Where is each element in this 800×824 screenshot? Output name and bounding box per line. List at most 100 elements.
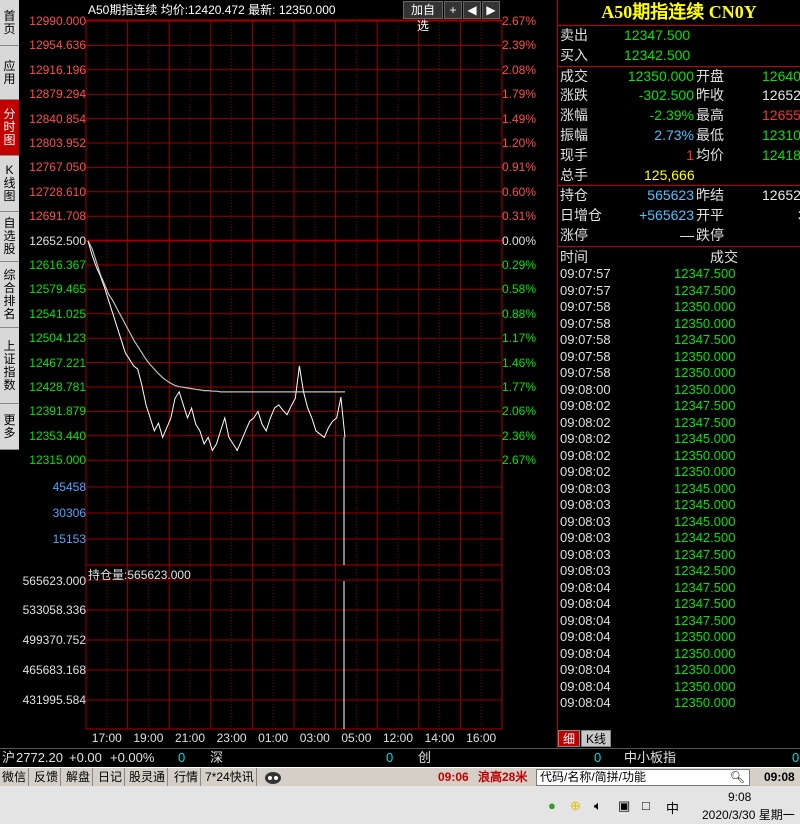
oi-header-value: 565623.000 [127,568,191,582]
quote-title: A50期指连续 CN0Y [558,0,800,26]
sh-value[interactable]: 2772.20 [16,749,63,767]
network-icon[interactable]: ▣ [618,798,630,814]
last-value: 12350.000 [278,3,336,17]
ticks-time-header: 时间 [560,249,588,265]
tick-time: 09:07:57 [560,266,611,281]
chgpct-value: -2.39% [649,107,694,123]
tick-row: 09:08:02 12347.500 [560,415,800,432]
add-watchlist-button[interactable]: 加自选 [403,1,443,33]
tick-row: 09:08:03 12345.000 [560,497,800,514]
toolbar-feedback[interactable]: 反馈 [32,768,62,786]
sh-pct: +0.00% [110,750,155,765]
sh-label: 沪 [2,750,16,765]
toolbar-diary[interactable]: 日记 [96,768,126,786]
dayinc-value: +565623 [639,207,694,223]
time-tick-label: 05:00 [341,731,372,745]
cy-value[interactable]: 0 [594,749,601,767]
low-value: 12310 [762,127,800,143]
time-tick-label: 01:00 [258,731,289,745]
toolbar-wechat[interactable]: 微信 [0,768,30,786]
quote-row-limit: 涨停 — 跌停 [560,226,800,245]
prevclose-value: 12652 [762,87,800,103]
tick-row: 09:08:04 12347.500 [560,596,800,613]
tick-row: 09:07:58 12350.000 [560,365,800,382]
price-tick-label: 12504.123 [29,331,86,346]
chg-value: -302.500 [638,87,694,103]
price-tick-label: 12803.952 [29,136,86,150]
time-tick-label: 21:00 [174,731,205,745]
ticks-header: 时间 成交 [560,247,800,265]
quote-panel: A50期指连续 CN0Y 卖出 12347.500 买入 12342.500 成… [557,0,800,750]
tick-time: 09:08:03 [560,513,611,529]
time-tick-label: 23:00 [216,731,247,745]
price-tick-label: 12353.440 [29,428,86,443]
tick-row: 09:08:02 12347.500 [560,398,800,415]
price-tick-label: 12879.294 [29,87,86,102]
tick-time: 09:08:03 [560,480,611,496]
tick-row: 09:07:57 12347.500 [560,283,800,300]
speaker-icon[interactable]: 🔈︎ [594,798,602,814]
index-status-bar: 沪 2772.20 +0.00 +0.00% 0 深 0 创 0 中小板指 0 [0,748,800,767]
ime-indicator[interactable]: 中 [666,798,679,817]
toolbar-news-7x24[interactable]: 7*24快讯 [203,768,257,786]
chgpct-label: 涨幅 [560,107,588,123]
avg-value2: 12418 [762,147,800,163]
pct-tick-label: 1.79% [502,87,537,102]
time-tick-label: 14:00 [424,731,455,745]
message-icon[interactable]: □ [642,798,650,813]
high-value: 12655 [762,107,800,123]
limitdown-label: 跌停 [696,227,724,243]
open-value: 12640 [762,68,800,84]
pct-tick-label: 2.39% [502,38,537,53]
tick-price: 12347.500 [674,579,736,595]
prev-icon[interactable]: ◀ [463,1,481,19]
price-tick-label: 12840.854 [29,111,86,126]
dayinc-label: 日增仓 [560,207,602,223]
next-icon[interactable]: ▶ [482,1,500,19]
tick-time: 09:08:04 [560,596,611,611]
pct-tick-label: 0.88% [502,306,537,321]
tick-price: 12350.000 [674,629,736,644]
tick-row: 09:08:04 12350.000 [560,695,800,712]
tick-row: 09:07:58 12347.500 [560,332,800,349]
taskbar-date[interactable]: 2020/3/30 星期一 [702,806,795,823]
price-tick-label: 12579.465 [29,282,86,297]
search-icon[interactable]: 🔍︎ [730,770,745,785]
oi-header-label: 持仓量: [88,568,128,582]
tick-row: 09:08:02 12350.000 [560,448,800,465]
search-input[interactable]: 代码/名称/简拼/功能 🔍︎ [536,769,750,786]
search-placeholder: 代码/名称/简拼/功能 [540,770,647,784]
ticks-price-header: 成交 [710,249,738,265]
avg-label2: 均价 [696,147,724,163]
toolbar-ticker[interactable]: 浪高28米 [476,768,529,786]
plus-icon[interactable]: + [444,1,462,19]
tab-detail[interactable]: 细 [558,730,581,747]
tray-plus-icon[interactable]: ⊕ [570,798,581,814]
toolbar-analysis[interactable]: 解盘 [64,768,94,786]
oi-header: 持仓量:565623.000 [88,566,191,583]
tick-time: 09:08:02 [560,398,611,413]
toolbar-gulingtong[interactable]: 股灵通 [127,768,169,786]
tick-row: 09:08:03 12342.500 [560,530,800,547]
tick-price: 12350.000 [674,299,736,314]
taskbar-time[interactable]: 9:08 [728,790,751,804]
intraday-chart[interactable]: 12990.000 2.67% 12954.636 2.39% 12916.196 2.0… [0,0,556,750]
sh-chg: +0.00 [69,750,102,765]
oi-tick-label: 431995.584 [22,693,86,707]
tick-time: 09:07:58 [560,315,611,331]
zxb-value[interactable]: 0 [792,749,799,767]
amp-value: 2.73% [654,127,694,143]
pct-tick-label: 0.31% [502,209,537,224]
tick-row: 09:08:04 12350.000 [560,679,800,696]
tray-app-icon[interactable]: ● [548,798,556,813]
tab-kline[interactable]: K线 [581,730,612,747]
sz-value[interactable]: 0 [386,749,393,767]
high-label: 最高 [696,107,724,123]
volume-tick-label: 30306 [52,506,86,520]
quote-row-total: 总手 125,666 [560,166,800,185]
robot-icon[interactable] [262,768,286,786]
price-tick-label: 12391.879 [29,404,86,419]
toolbar-quotes[interactable]: 行情 [172,768,202,786]
pct-tick-label: 0.91% [502,160,537,175]
buy-label: 买入 [560,47,588,63]
